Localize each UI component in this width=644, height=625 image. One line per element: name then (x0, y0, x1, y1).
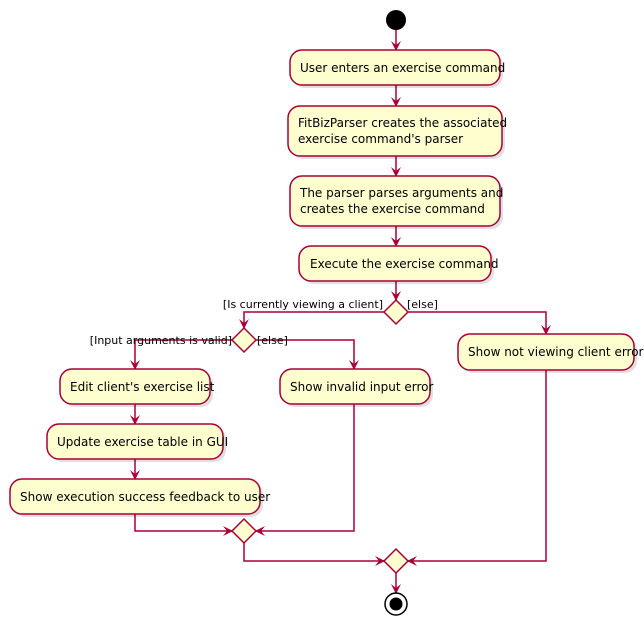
svg-text:creates the exercise command: creates the exercise command (300, 202, 485, 216)
decision-input-valid (230, 326, 258, 354)
guard-viewing-client: [Is currently viewing a client] (223, 298, 383, 311)
activity-edit-exercise-list: Edit client's exercise list (59, 368, 215, 407)
svg-text:Edit client's exercise list: Edit client's exercise list (70, 380, 215, 394)
svg-text:FitBizParser creates the assoc: FitBizParser creates the associated (298, 116, 507, 130)
activity-invalid-input-error: Show invalid input error (279, 368, 433, 407)
svg-text:Update exercise table in GUI: Update exercise table in GUI (57, 435, 228, 449)
activity-parser-created: FitBizParser creates the associated exer… (287, 105, 507, 159)
svg-text:Execute the exercise command: Execute the exercise command (310, 257, 499, 271)
guard-input-valid: [Input arguments is valid] (90, 334, 232, 347)
svg-text:Show invalid input error: Show invalid input error (290, 380, 433, 394)
activity-not-viewing-client-error: Show not viewing client error (457, 333, 644, 373)
merge-inner (230, 517, 258, 545)
activity-update-table: Update exercise table in GUI (46, 423, 228, 462)
activity-diagram: User enters an exercise command FitBizPa… (9, 10, 644, 616)
merge-outer (382, 547, 410, 575)
svg-text:exercise command's parser: exercise command's parser (298, 132, 463, 146)
guard-else-2: [else] (257, 334, 288, 347)
svg-text:Show execution success feedbac: Show execution success feedback to user (20, 490, 270, 504)
activity-parse-arguments: The parser parses arguments and creates … (289, 175, 503, 229)
end-node (384, 592, 408, 616)
start-node (386, 10, 406, 30)
decision-viewing-client (382, 298, 410, 326)
svg-text:User enters an exercise comman: User enters an exercise command (300, 61, 505, 75)
svg-text:The parser parses arguments an: The parser parses arguments and (299, 186, 503, 200)
activity-execute-command: Execute the exercise command (298, 245, 499, 284)
activity-user-enters-command: User enters an exercise command (289, 49, 505, 88)
activity-success-feedback: Show execution success feedback to user (9, 478, 270, 517)
guard-else-1: [else] (407, 298, 438, 311)
svg-text:Show not viewing client error: Show not viewing client error (468, 345, 644, 359)
